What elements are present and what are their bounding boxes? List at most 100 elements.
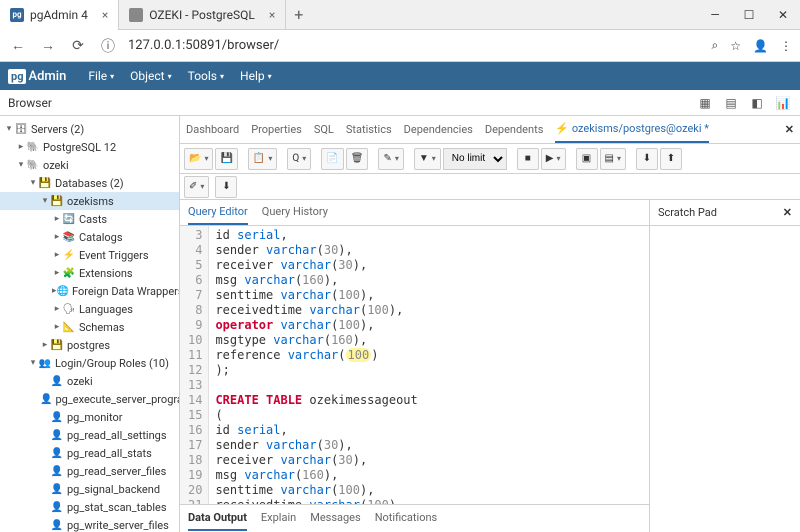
code-line[interactable]: receivedtime varchar(100), — [215, 303, 417, 318]
new-tab-button[interactable]: + — [286, 5, 311, 24]
browser-menu-icon[interactable]: ⋮ — [780, 39, 792, 53]
tree-item[interactable]: 👤pg_read_all_settings — [0, 426, 179, 444]
tree-item[interactable]: 👤pg_read_server_files — [0, 462, 179, 480]
download-button[interactable]: ⬇ — [215, 176, 237, 198]
tree-item[interactable]: ▸🗣Languages — [0, 300, 179, 318]
browser-tab[interactable]: pgpgAdmin 4× — [0, 0, 119, 30]
save-as-button[interactable]: 📋 — [248, 148, 277, 170]
query-tool-tab[interactable]: ⚡ ozekisms/postgres@ozeki * — [555, 116, 709, 143]
code-line[interactable]: ); — [215, 363, 417, 378]
content-tab-sql[interactable]: SQL — [314, 117, 334, 142]
explain-button[interactable]: ▣ — [576, 148, 598, 170]
code-line[interactable]: id serial, — [215, 423, 417, 438]
code-line[interactable] — [215, 378, 417, 393]
content-tab-dependents[interactable]: Dependents — [485, 117, 544, 142]
code-line[interactable]: msg varchar(160), — [215, 468, 417, 483]
tree-item[interactable]: ▸🔄Casts — [0, 210, 179, 228]
delete-button[interactable]: 🗑 — [346, 148, 369, 170]
tree-caret-icon[interactable]: ▸ — [52, 232, 62, 242]
tree-item[interactable]: 👤pg_stat_scan_tables — [0, 498, 179, 516]
code-line[interactable]: id serial, — [215, 228, 417, 243]
tree-item[interactable]: 👤pg_signal_backend — [0, 480, 179, 498]
window-maximize-button[interactable]: ☐ — [732, 0, 766, 30]
tree-item[interactable]: 👤pg_write_server_files — [0, 516, 179, 532]
tree-item[interactable]: ▸📚Catalogs — [0, 228, 179, 246]
code-line[interactable]: msg varchar(160), — [215, 273, 417, 288]
back-button[interactable]: ← — [8, 36, 28, 56]
tree-item[interactable]: ▾💾Databases (2) — [0, 174, 179, 192]
content-tab-statistics[interactable]: Statistics — [346, 117, 392, 142]
tree-item[interactable]: 👤pg_read_all_stats — [0, 444, 179, 462]
reload-button[interactable]: ⟳ — [68, 36, 88, 56]
tree-item[interactable]: ▸🧩Extensions — [0, 264, 179, 282]
browser-layers-icon[interactable]: ◧ — [748, 94, 766, 112]
editor-tab[interactable]: Query History — [262, 200, 328, 225]
editor-tab[interactable]: Query Editor — [188, 200, 248, 225]
tree-caret-icon[interactable]: ▸ — [52, 304, 62, 314]
tree-item[interactable]: 👤pg_execute_server_progra — [0, 390, 179, 408]
menu-help[interactable]: Help ▾ — [232, 69, 280, 83]
tree-item[interactable]: ▸🐘PostgreSQL 12 — [0, 138, 179, 156]
profile-icon[interactable]: 👤 — [753, 39, 768, 53]
code-editor[interactable]: 345678910111213141516171819202122232425 … — [180, 226, 649, 504]
tree-caret-icon[interactable]: ▾ — [16, 160, 26, 170]
code-line[interactable]: ( — [215, 408, 417, 423]
clear-button[interactable]: ✐ — [184, 176, 209, 198]
code-line[interactable]: receiver varchar(30), — [215, 453, 417, 468]
open-file-button[interactable]: 📂 — [184, 148, 213, 170]
tab-close-button[interactable]: × — [102, 8, 108, 22]
window-minimize-button[interactable]: — — [698, 0, 732, 30]
menu-tools[interactable]: Tools ▾ — [180, 69, 232, 83]
tree-item[interactable]: ▾🗄Servers (2) — [0, 120, 179, 138]
commit-button[interactable]: ⬇ — [636, 148, 658, 170]
execute-button[interactable]: ▶ — [541, 148, 566, 170]
find-button[interactable]: Q — [287, 148, 311, 170]
tree-caret-icon[interactable]: ▸ — [52, 322, 62, 332]
explain-analyze-button[interactable]: ▤ — [600, 148, 626, 170]
output-tab[interactable]: Messages — [310, 506, 360, 531]
tree-caret-icon[interactable]: ▸ — [52, 214, 62, 224]
browser-grid-icon[interactable]: ▤ — [722, 94, 740, 112]
content-tab-dependencies[interactable]: Dependencies — [404, 117, 473, 142]
code-line[interactable]: operator varchar(100), — [215, 318, 417, 333]
content-tab-dashboard[interactable]: Dashboard — [186, 117, 239, 142]
code-line[interactable]: sender varchar(30), — [215, 243, 417, 258]
tree-item[interactable]: ▸💾postgres — [0, 336, 179, 354]
tree-item[interactable]: ▾💾ozekisms — [0, 192, 179, 210]
tree-caret-icon[interactable]: ▾ — [28, 358, 38, 368]
tree-item[interactable]: ▾👥Login/Group Roles (10) — [0, 354, 179, 372]
tree-caret-icon[interactable]: ▸ — [16, 142, 26, 152]
menu-file[interactable]: File ▾ — [80, 69, 122, 83]
browser-panel-icon[interactable]: ▦ — [696, 94, 714, 112]
tree-caret-icon[interactable]: ▾ — [4, 124, 14, 134]
tab-close-button[interactable]: × — [269, 8, 275, 22]
tree-item[interactable]: ▾🐘ozeki — [0, 156, 179, 174]
info-icon[interactable]: ⓘ — [98, 36, 118, 56]
tree-item[interactable]: ▸🌐Foreign Data Wrappers — [0, 282, 179, 300]
tree-item[interactable]: 👤ozeki — [0, 372, 179, 390]
tree-caret-icon[interactable]: ▸ — [52, 250, 62, 260]
code-line[interactable]: senttime varchar(100), — [215, 288, 417, 303]
tree-item[interactable]: ▸📐Schemas — [0, 318, 179, 336]
code-line[interactable]: senttime varchar(100), — [215, 483, 417, 498]
code-line[interactable]: receiver varchar(30), — [215, 258, 417, 273]
filter-button[interactable]: ▼ — [414, 148, 441, 170]
url-field[interactable]: 127.0.0.1:50891/browser/ — [128, 38, 702, 53]
bookmark-icon[interactable]: ☆ — [730, 39, 741, 53]
tree-item[interactable]: 👤pg_monitor — [0, 408, 179, 426]
object-tree[interactable]: ▾🗄Servers (2)▸🐘PostgreSQL 12▾🐘ozeki▾💾Dat… — [0, 116, 180, 532]
key-icon[interactable]: ⌕ — [712, 38, 719, 53]
tree-caret-icon[interactable]: ▸ — [52, 268, 62, 278]
code-line[interactable]: reference varchar(100) — [215, 348, 417, 363]
tree-caret-icon[interactable]: ▾ — [28, 178, 38, 188]
output-tab[interactable]: Data Output — [188, 506, 247, 531]
browser-stats-icon[interactable]: 📊 — [774, 94, 792, 112]
code-line[interactable]: msgtype varchar(160), — [215, 333, 417, 348]
save-button[interactable]: 💾 — [215, 148, 237, 170]
content-tab-properties[interactable]: Properties — [251, 117, 302, 142]
tree-caret-icon[interactable]: ▾ — [40, 196, 50, 206]
output-tab[interactable]: Explain — [261, 506, 296, 531]
tree-caret-icon[interactable]: ▸ — [40, 340, 50, 350]
limit-select[interactable]: No limit — [443, 148, 507, 170]
copy-button[interactable]: 📄 — [321, 148, 343, 170]
